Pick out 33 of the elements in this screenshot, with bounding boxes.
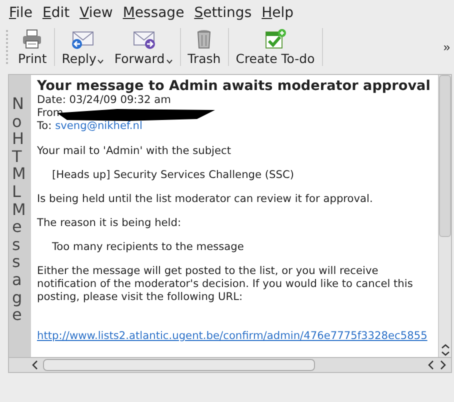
message-subject: Your message to Admin awaits moderator approval [37,78,432,94]
menu-item[interactable]: Edit [39,4,73,22]
scroll-arrows-icon[interactable] [427,360,447,370]
body-text: The reason it is being held: [37,217,182,230]
toolbar-button[interactable]: Reply [56,24,110,70]
to-label: To: [37,120,52,132]
side-label: No HTML Message [9,75,31,357]
url-link[interactable]: http://www.lists2.atlantic.ugent.be/confirm/admin/476e7775f3328ec5855 [37,330,428,342]
toolbar-button[interactable]: Create To-do [230,24,320,70]
body-text: Either the message will get posted to the list, or you will receive notification of the moderator's decision. If you would like to cancel this posting, please visit the following URL: [37,265,414,304]
toolbar-button[interactable]: Forward [109,24,178,70]
horizontal-scrollbar[interactable] [8,357,452,373]
toolbar-button[interactable]: Print [13,24,52,70]
dropdown-caret-icon [166,59,173,64]
overflow-button[interactable]: » [441,40,452,54]
menu-item[interactable]: Help [258,4,297,22]
date-line: Date: 03/24/09 09:32 am [37,94,172,107]
menu-item[interactable]: View [76,4,116,22]
dropdown-caret-icon [97,59,104,64]
scroll-left-icon[interactable] [31,360,39,370]
toolbar-button[interactable]: Trash [182,24,226,70]
email-link[interactable]: sveng@nikhef.nl [55,120,142,132]
menu-item[interactable]: Message [120,4,188,22]
body-text: [Heads up] Security Services Challenge (SSC) [52,169,296,182]
body-text: Is being held until the list moderator can review it for approval. [37,193,374,206]
printer-icon [21,28,44,50]
body-text: Your mail to 'Admin' with the subject [37,145,232,158]
scroll-arrows-icon[interactable] [440,343,450,357]
menu-item[interactable]: Settings [191,4,255,22]
todo-check-icon [263,28,288,50]
vertical-scrollbar[interactable] [438,75,451,357]
body-text: Too many recipients to the message [52,241,245,254]
menu-item[interactable]: File [6,4,36,22]
